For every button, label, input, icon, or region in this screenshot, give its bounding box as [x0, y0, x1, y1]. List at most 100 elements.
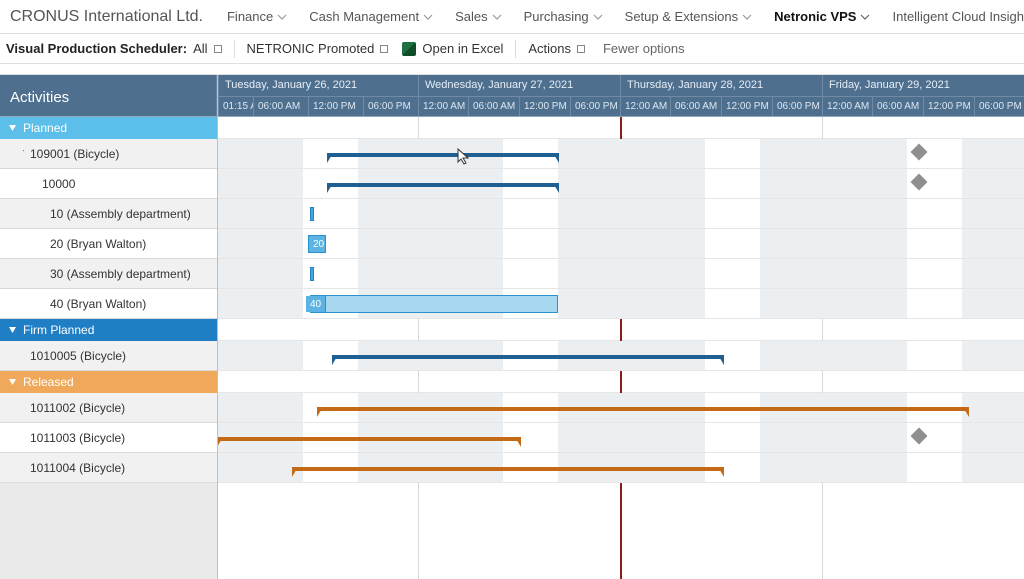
gantt-bar[interactable]	[328, 153, 558, 157]
cursor-icon	[456, 147, 470, 168]
hour-cell: 06:00 PM	[363, 96, 418, 116]
day-cell: Tuesday, January 26, 2021	[218, 75, 418, 96]
tree-row-1011004[interactable]: 1011004 (Bicycle)	[0, 453, 217, 483]
gantt-bar[interactable]: 20	[308, 235, 326, 253]
hour-cell: 06:00 PM	[772, 96, 822, 116]
section-firm-planned[interactable]: Firm Planned	[0, 319, 217, 341]
tree-row-1010005[interactable]: 1010005 (Bicycle)	[0, 341, 217, 371]
bar-label: 40	[306, 296, 326, 312]
hour-cell: 12:00 PM	[721, 96, 772, 116]
row-label: 10000	[42, 177, 75, 191]
hour-cell: 12:00 AM	[822, 96, 872, 116]
tree-row-10000[interactable]: 10000	[0, 169, 217, 199]
row-label: 30 (Assembly department)	[14, 267, 191, 281]
nav-netronic-vps[interactable]: Netronic VPS	[766, 0, 878, 33]
timeline-row[interactable]	[218, 393, 1024, 423]
nav-sales[interactable]: Sales	[447, 0, 510, 33]
milestone-diamond[interactable]	[911, 428, 928, 445]
nav-label: Setup & Extensions	[625, 9, 738, 24]
separator	[515, 40, 516, 58]
hour-cell: 12:00 PM	[923, 96, 974, 116]
row-label: 1010005 (Bicycle)	[30, 349, 126, 363]
timeline-grid[interactable]: 20 40	[218, 117, 1024, 579]
timeline-row[interactable]	[218, 453, 1024, 483]
fewer-options[interactable]: Fewer options	[603, 41, 685, 56]
timeline-row[interactable]	[218, 199, 1024, 229]
excel-label: Open in Excel	[422, 41, 503, 56]
gantt-bar[interactable]	[318, 407, 968, 411]
gantt-bar[interactable]	[333, 355, 723, 359]
tree-row-op40[interactable]: 40 (Bryan Walton)	[0, 289, 217, 319]
section-released[interactable]: Released	[0, 371, 217, 393]
collapse-icon	[14, 149, 24, 158]
milestone-diamond[interactable]	[911, 174, 928, 191]
hour-cell: 06:00 AM	[468, 96, 519, 116]
day-cell: Thursday, January 28, 2021	[620, 75, 822, 96]
open-in-excel[interactable]: Open in Excel	[402, 41, 503, 56]
tree-row-op20[interactable]: 20 (Bryan Walton)	[0, 229, 217, 259]
collapse-icon	[8, 326, 17, 335]
timeline-row[interactable]: 20	[218, 229, 1024, 259]
row-label: 1011004 (Bicycle)	[30, 461, 125, 475]
excel-icon	[402, 42, 416, 56]
tree-row-1011002[interactable]: 1011002 (Bicycle)	[0, 393, 217, 423]
collapse-icon	[8, 378, 17, 387]
gantt-bar[interactable]	[310, 267, 314, 281]
row-label: 1011003 (Bicycle)	[30, 431, 125, 445]
top-nav: CRONUS International Ltd. Finance Cash M…	[0, 0, 1024, 34]
hour-cell: 06:00 AM	[253, 96, 308, 116]
nav-label: Cash Management	[309, 9, 419, 24]
filter-all[interactable]: All	[193, 41, 221, 56]
tree-row-1011003[interactable]: 1011003 (Bicycle)	[0, 423, 217, 453]
nav-label: Finance	[227, 9, 273, 24]
tree-row-op10[interactable]: 10 (Assembly department)	[0, 199, 217, 229]
promoted-label: NETRONIC Promoted	[247, 41, 375, 56]
section-planned[interactable]: Planned	[0, 117, 217, 139]
timeline-section-planned	[218, 117, 1024, 139]
filter-label: All	[193, 41, 207, 56]
separator	[234, 40, 235, 58]
timeline-row[interactable]	[218, 259, 1024, 289]
actions-menu[interactable]: Actions	[528, 41, 585, 56]
timeline-section-firm	[218, 319, 1024, 341]
activities-title: Activities	[10, 89, 69, 106]
hour-cell: 06:00 AM	[670, 96, 721, 116]
timeline-row[interactable]	[218, 169, 1024, 199]
expand-icon	[14, 433, 24, 442]
expand-icon	[14, 403, 24, 412]
gantt-bar[interactable]	[293, 467, 723, 471]
tree-row-109001[interactable]: 109001 (Bicycle)	[0, 139, 217, 169]
chevron-down-icon	[860, 12, 870, 22]
dropdown-icon	[577, 45, 585, 53]
nav-label: Intelligent Cloud Insights	[892, 9, 1024, 24]
hour-row: 01:15 AM 06:00 AM 12:00 PM 06:00 PM 12:0…	[218, 96, 1024, 116]
nav-setup-extensions[interactable]: Setup & Extensions	[617, 0, 760, 33]
hour-cell: 12:00 PM	[519, 96, 570, 116]
day-cell: Friday, January 29, 2021	[822, 75, 1024, 96]
timeline-row[interactable]	[218, 139, 1024, 169]
nav-cloud-insights[interactable]: Intelligent Cloud Insights	[884, 0, 1024, 33]
milestone-diamond[interactable]	[911, 144, 928, 161]
timeline-row[interactable]	[218, 341, 1024, 371]
timeline-header: Tuesday, January 26, 2021 Wednesday, Jan…	[218, 75, 1024, 117]
tree-row-op30[interactable]: 30 (Assembly department)	[0, 259, 217, 289]
gantt-bar[interactable]: 40	[310, 295, 558, 313]
nav-cash-management[interactable]: Cash Management	[301, 0, 441, 33]
nav-label: Purchasing	[524, 9, 589, 24]
nav-finance[interactable]: Finance	[219, 0, 295, 33]
section-label: Planned	[23, 121, 67, 135]
chevron-down-icon	[277, 12, 287, 22]
row-label: 40 (Bryan Walton)	[14, 297, 146, 311]
activities-panel: Activities Planned 109001 (Bicycle) 1000…	[0, 75, 218, 579]
collapse-icon	[8, 124, 17, 133]
row-label: 10 (Assembly department)	[14, 207, 191, 221]
timeline-row[interactable]	[218, 423, 1024, 453]
netronic-promoted[interactable]: NETRONIC Promoted	[247, 41, 389, 56]
nav-purchasing[interactable]: Purchasing	[516, 0, 611, 33]
gantt-bar[interactable]	[310, 207, 314, 221]
chevron-down-icon	[492, 12, 502, 22]
hour-cell: 06:00 PM	[570, 96, 620, 116]
gantt-bar[interactable]	[218, 437, 520, 441]
timeline-row[interactable]: 40	[218, 289, 1024, 319]
gantt-bar[interactable]	[328, 183, 558, 187]
